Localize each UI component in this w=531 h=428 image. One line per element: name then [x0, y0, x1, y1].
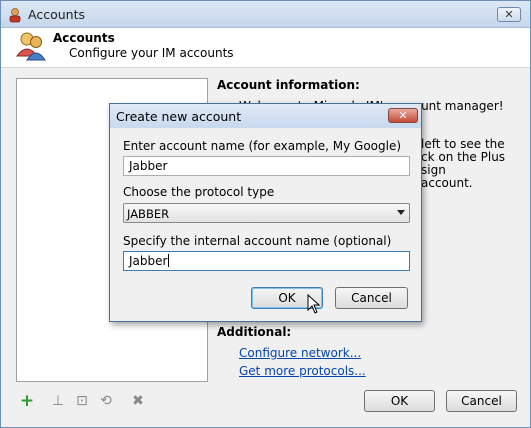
- get-more-protocols-link[interactable]: Get more protocols...: [239, 364, 366, 378]
- header-title: Accounts: [53, 31, 115, 45]
- internal-name-input[interactable]: Jabber: [123, 251, 410, 271]
- protocol-type-label: Choose the protocol type: [123, 185, 275, 199]
- accounts-app-icon: [9, 8, 21, 23]
- window-title: Accounts: [28, 7, 85, 22]
- delete-account-icon[interactable]: ✖: [130, 393, 146, 409]
- info-line-4: account.: [421, 176, 473, 190]
- dialog-cancel-button[interactable]: Cancel: [335, 287, 408, 309]
- protocol-type-value: JABBER: [127, 207, 170, 221]
- protocol-type-select[interactable]: JABBER: [123, 203, 410, 223]
- ok-button[interactable]: OK: [364, 390, 435, 412]
- configure-network-link[interactable]: Configure network...: [239, 346, 361, 360]
- header-subtitle: Configure your IM accounts: [69, 46, 234, 60]
- internal-name-label: Specify the internal account name (optio…: [123, 234, 392, 248]
- upgrade-account-icon[interactable]: ⟲: [98, 393, 114, 409]
- text-caret: [168, 254, 170, 267]
- internal-name-value: Jabber: [129, 254, 168, 268]
- accounts-users-icon: [16, 32, 46, 61]
- account-name-label: Enter account name (for example, My Goog…: [123, 139, 402, 153]
- account-name-value: Jabber: [129, 159, 168, 173]
- rename-account-icon[interactable]: ⊥: [50, 393, 66, 409]
- dialog-title: Create new account: [116, 109, 242, 124]
- create-account-dialog: Create new account ✕ Enter account name …: [109, 103, 422, 322]
- account-info-text-continued: left to see the ck on the Plus sign acco…: [421, 138, 526, 190]
- window-close-button[interactable]: ✕: [497, 7, 521, 22]
- header-panel: Accounts Configure your IM accounts: [1, 28, 530, 68]
- dialog-title-bar: Create new account ✕: [110, 104, 421, 128]
- dialog-close-button[interactable]: ✕: [388, 108, 418, 123]
- account-options-icon[interactable]: ⊡: [74, 393, 90, 409]
- chevron-down-icon: [397, 210, 405, 215]
- add-account-icon[interactable]: +: [19, 393, 35, 410]
- additional-title: Additional:: [217, 325, 292, 339]
- mouse-pointer-icon: [307, 294, 321, 314]
- account-name-input[interactable]: Jabber: [123, 156, 410, 176]
- title-bar: Accounts ✕: [1, 1, 530, 28]
- account-info-title: Account information:: [217, 78, 360, 92]
- info-line-3: ck on the Plus sign: [421, 150, 506, 177]
- cancel-button[interactable]: Cancel: [446, 390, 517, 412]
